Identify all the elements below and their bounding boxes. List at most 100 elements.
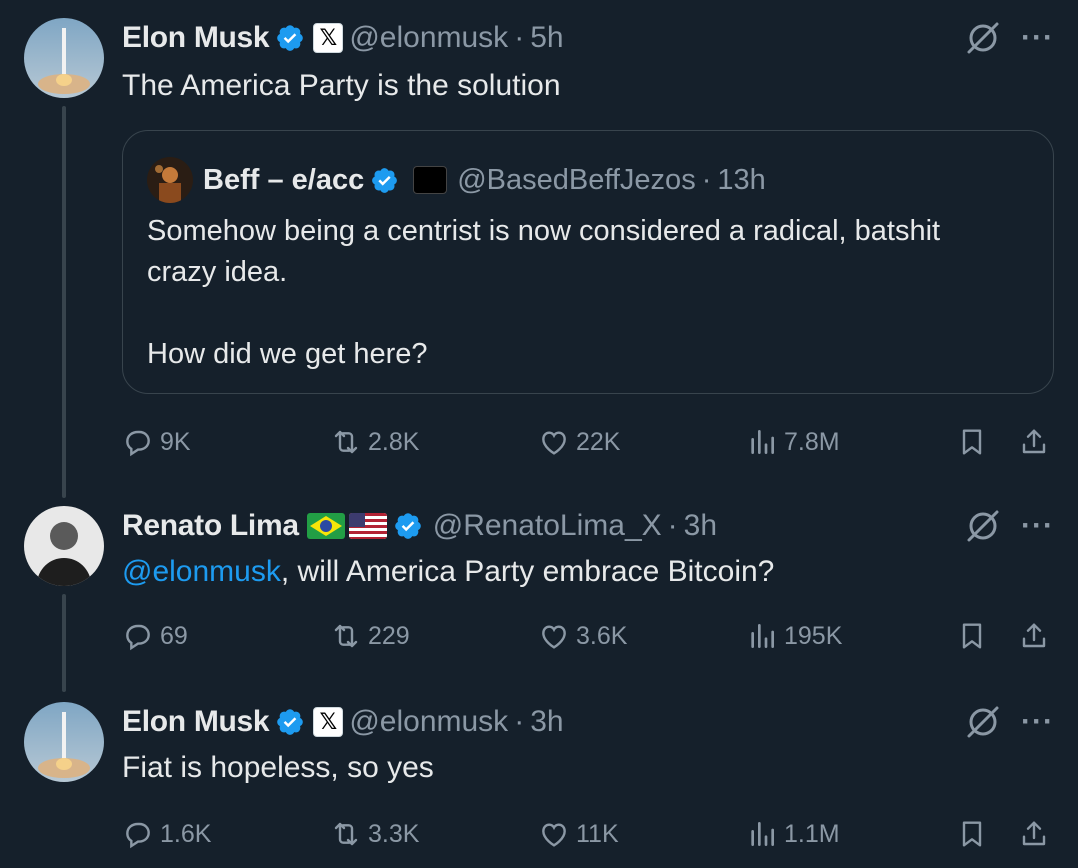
repost-count: 229 xyxy=(368,621,410,650)
views-count: 7.8M xyxy=(784,427,840,456)
separator: · xyxy=(514,21,525,54)
quote-line xyxy=(147,293,940,334)
views-button[interactable]: 195K xyxy=(746,616,842,656)
share-icon xyxy=(1022,623,1046,648)
reply-button[interactable]: 1.6K xyxy=(122,814,211,854)
reply-count: 9K xyxy=(160,427,191,456)
affiliate-badge-icon[interactable] xyxy=(413,166,448,194)
share-button[interactable] xyxy=(1018,616,1050,656)
avatar[interactable] xyxy=(24,506,104,586)
x-affiliate-icon[interactable]: 𝕏 xyxy=(313,23,344,53)
action-bar: 9K 2.8K 22K 7.8M xyxy=(122,422,1054,462)
like-button[interactable]: 11K xyxy=(538,814,619,854)
avatar[interactable] xyxy=(24,18,104,98)
display-name[interactable]: Beff – e/acc xyxy=(203,164,364,197)
action-bar: 1.6K 3.3K 11K 1.1M xyxy=(122,814,1054,854)
like-count: 22K xyxy=(576,427,621,456)
avatar[interactable] xyxy=(147,157,193,203)
display-name[interactable]: Renato Lima xyxy=(122,509,299,543)
like-button[interactable]: 22K xyxy=(538,422,620,462)
tweet[interactable]: Renato Lima @RenatoLima_X · 3h ··· @elon… xyxy=(0,506,1078,656)
grok-icon[interactable] xyxy=(963,702,1003,742)
bookmark-button[interactable] xyxy=(956,422,988,462)
views-count: 195K xyxy=(784,621,843,650)
tweet-header: Renato Lima @RenatoLima_X · 3h xyxy=(122,506,717,546)
x-affiliate-icon[interactable]: 𝕏 xyxy=(313,707,344,737)
mention-link[interactable]: @elonmusk xyxy=(122,555,281,588)
tweet-text: Fiat is hopeless, so yes xyxy=(122,751,434,784)
handle[interactable]: @BasedBeffJezos xyxy=(457,164,696,197)
tweet-text: The America Party is the solution xyxy=(122,69,561,102)
repost-count: 2.8K xyxy=(368,427,420,456)
reply-count: 69 xyxy=(160,621,188,650)
more-icon[interactable]: ··· xyxy=(1021,21,1054,55)
grok-icon[interactable] xyxy=(963,18,1003,58)
bookmark-icon xyxy=(962,623,982,649)
verified-badge-icon xyxy=(393,511,423,541)
like-icon xyxy=(542,823,566,847)
more-icon[interactable]: ··· xyxy=(1021,705,1054,739)
handle[interactable]: @elonmusk xyxy=(349,705,508,739)
tweet-text: @elonmusk, will America Party embrace Bi… xyxy=(122,552,774,592)
display-name[interactable]: Elon Musk xyxy=(122,705,270,739)
share-icon xyxy=(1022,429,1046,454)
reply-icon xyxy=(126,430,150,457)
like-button[interactable]: 3.6K xyxy=(538,616,627,656)
avatar[interactable] xyxy=(24,702,104,782)
display-name[interactable]: Elon Musk xyxy=(122,21,270,55)
repost-count: 3.3K xyxy=(368,819,420,848)
more-icon[interactable]: ··· xyxy=(1021,509,1054,543)
quote-line: How did we get here? xyxy=(147,338,428,370)
share-icon xyxy=(1022,821,1046,846)
tweet-text-body: , will America Party embrace Bitcoin? xyxy=(280,555,775,588)
quote-tweet[interactable]: Beff – e/acc @BasedBeffJezos · 13h Someh… xyxy=(122,130,1054,394)
reply-button[interactable]: 9K xyxy=(122,422,191,462)
repost-button[interactable]: 3.3K xyxy=(330,814,419,854)
repost-icon xyxy=(334,624,358,648)
separator: · xyxy=(514,705,525,738)
views-button[interactable]: 7.8M xyxy=(746,422,840,462)
timestamp[interactable]: 5h xyxy=(530,21,563,55)
like-count: 11K xyxy=(576,819,619,848)
handle[interactable]: @RenatoLima_X xyxy=(433,509,662,543)
like-icon xyxy=(542,431,566,455)
reply-icon xyxy=(126,822,150,849)
repost-icon xyxy=(334,822,358,846)
brazil-flag-icon xyxy=(306,513,345,539)
separator: · xyxy=(667,509,678,542)
handle[interactable]: @elonmusk xyxy=(349,21,508,55)
like-count: 3.6K xyxy=(576,621,628,650)
reply-count: 1.6K xyxy=(160,819,212,848)
verified-badge-icon xyxy=(275,23,305,53)
timestamp[interactable]: 13h xyxy=(717,164,765,197)
tweet[interactable]: Elon Musk 𝕏 @elonmusk · 5h ··· The Ameri… xyxy=(0,18,1078,478)
like-icon xyxy=(542,625,566,649)
tweet-header: Elon Musk 𝕏 @elonmusk · 5h xyxy=(122,18,564,58)
usa-flag-icon xyxy=(348,513,387,539)
tweet-header: Elon Musk 𝕏 @elonmusk · 3h xyxy=(122,702,564,742)
tweet[interactable]: Elon Musk 𝕏 @elonmusk · 3h ··· Fiat is h… xyxy=(0,702,1078,862)
views-button[interactable]: 1.1M xyxy=(746,814,840,854)
share-button[interactable] xyxy=(1018,814,1050,854)
repost-button[interactable]: 229 xyxy=(330,616,410,656)
separator: · xyxy=(701,163,712,196)
repost-button[interactable]: 2.8K xyxy=(330,422,419,462)
views-icon xyxy=(751,430,774,454)
verified-badge-icon xyxy=(275,707,305,737)
quote-line: Somehow being a centrist is now consider… xyxy=(147,215,941,247)
action-bar: 69 229 3.6K 195K xyxy=(122,616,1054,656)
quote-line: crazy idea. xyxy=(147,256,288,288)
repost-icon xyxy=(334,430,358,454)
timestamp[interactable]: 3h xyxy=(684,509,717,543)
grok-icon[interactable] xyxy=(963,506,1003,546)
timestamp[interactable]: 3h xyxy=(530,705,563,739)
bookmark-button[interactable] xyxy=(956,814,988,854)
reply-button[interactable]: 69 xyxy=(122,616,188,656)
bookmark-button[interactable] xyxy=(956,616,988,656)
share-button[interactable] xyxy=(1018,422,1050,462)
views-count: 1.1M xyxy=(784,819,840,848)
views-icon xyxy=(751,822,774,846)
bookmark-icon xyxy=(962,429,982,455)
bookmark-icon xyxy=(962,821,982,847)
quote-text: Somehow being a centrist is now consider… xyxy=(147,211,940,375)
